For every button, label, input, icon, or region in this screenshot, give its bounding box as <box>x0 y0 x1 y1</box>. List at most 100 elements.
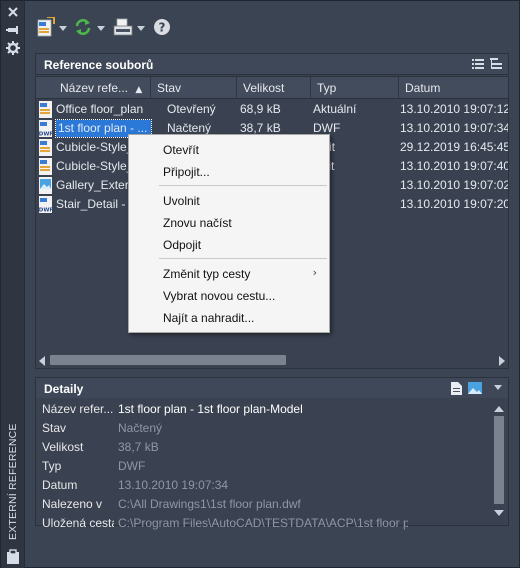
scroll-up-icon[interactable] <box>494 402 504 416</box>
horizontal-scroll-thumb[interactable] <box>50 355 286 365</box>
context-menu: Otevřít Připojit... Uvolnit Znovu načíst Odp… <box>128 134 330 333</box>
cell-status: Načtený <box>167 121 212 135</box>
list-view-icon[interactable] <box>472 58 484 73</box>
detail-value: 38,7 kB <box>118 440 159 454</box>
preview-icon[interactable] <box>468 382 482 397</box>
attach-dwg-button[interactable] <box>37 15 67 41</box>
detail-value: C:\All Drawings1\1st floor plan.dwf <box>118 497 301 511</box>
file-references-title: Reference souborů <box>44 58 154 72</box>
refresh-button[interactable] <box>73 15 105 41</box>
column-header-date[interactable]: Datum <box>399 77 508 99</box>
menu-separator <box>159 258 327 259</box>
refresh-icon <box>73 17 93 40</box>
column-header-size[interactable]: Velikost <box>237 77 311 99</box>
chevron-down-icon[interactable] <box>59 25 67 31</box>
reference-row[interactable]: Office floor_plan Otevřený 68,9 kB Aktuální… <box>36 100 508 119</box>
detail-label: Nalezeno v <box>42 497 103 511</box>
dwg-icon <box>38 158 54 175</box>
clipboard-icon <box>6 549 20 564</box>
details-header: Detaily <box>35 377 509 399</box>
change-path-icon <box>113 17 133 40</box>
cell-size: 38,7 kB <box>240 121 281 135</box>
cell-date: 13.10.2010 19:07:20 <box>400 197 508 211</box>
dwf-icon: DWF <box>38 120 54 138</box>
detail-row: Uložená cesta C:\Program Files\AutoCAD\TE… <box>42 516 492 534</box>
external-references-palette: EXTERNÍ REFERENCE ? Reference souborů Ná… <box>0 0 520 568</box>
menu-item-find-and-replace[interactable]: Najít a nahradit... <box>163 308 327 328</box>
submenu-arrow-icon: › <box>312 266 317 279</box>
scroll-left-icon[interactable] <box>38 355 46 369</box>
detail-row: Typ DWF <box>42 459 492 477</box>
detail-label: Datum <box>42 478 78 492</box>
detail-row: Velikost 38,7 kB <box>42 440 492 458</box>
menu-item-change-path-type[interactable]: Změnit typ cesty <box>163 264 327 284</box>
vertical-scroll-thumb[interactable] <box>494 416 504 504</box>
close-icon[interactable] <box>6 5 20 19</box>
panel-splitter[interactable] <box>261 371 281 381</box>
cell-date: 13.10.2010 19:07:12 <box>400 102 508 116</box>
detail-label: Velikost <box>42 440 84 454</box>
cell-size: 68,9 kB <box>240 102 281 116</box>
change-path-button[interactable] <box>113 15 145 41</box>
scroll-right-icon[interactable] <box>498 355 506 369</box>
svg-text:DWF: DWF <box>39 132 54 138</box>
horizontal-scrollbar[interactable] <box>36 352 508 368</box>
detail-label: Uložená cesta <box>42 516 114 530</box>
pin-icon[interactable] <box>6 23 20 37</box>
detail-value: 13.10.2010 19:07:34 <box>118 478 229 492</box>
tree-view-icon[interactable] <box>490 58 502 73</box>
detail-value: C:\Program Files\AutoCAD\TESTDATA\ACP\1s… <box>118 516 408 530</box>
detail-label: Stav <box>42 421 67 435</box>
column-header-status[interactable]: Stav <box>151 77 237 99</box>
menu-separator <box>159 185 327 186</box>
menu-item-reload[interactable]: Znovu načíst <box>163 213 327 233</box>
palette-vertical-title: EXTERNÍ REFERENCE <box>7 423 19 540</box>
dwg-icon <box>38 139 54 156</box>
column-header-name[interactable]: Název refe... ▲ <box>54 77 151 99</box>
cell-type: DWF <box>313 121 341 135</box>
menu-item-unload[interactable]: Uvolnit <box>163 191 327 211</box>
menu-item-open[interactable]: Otevřít <box>163 140 327 160</box>
settings-icon[interactable] <box>6 41 20 55</box>
detail-value: 1st floor plan - 1st floor plan-Model <box>118 402 303 416</box>
detail-label: Název refer... <box>42 402 114 416</box>
image-icon <box>38 177 54 194</box>
chevron-down-icon[interactable] <box>97 25 105 31</box>
cell-status: Otevřený <box>167 102 216 116</box>
detail-row: Stav Načtený <box>42 421 492 439</box>
sort-ascending-icon: ▲ <box>135 85 143 95</box>
detail-row: Název refer... 1st floor plan - 1st floor… <box>42 402 492 420</box>
file-references-header: Reference souborů <box>35 53 509 75</box>
menu-item-attach[interactable]: Připojit... <box>163 162 327 182</box>
cell-date: 13.10.2010 19:07:02 <box>400 178 508 192</box>
menu-item-select-new-path[interactable]: Vybrat novou cestu... <box>163 286 327 306</box>
detail-row: Datum 13.10.2010 19:07:34 <box>42 478 492 496</box>
attach-dwg-icon <box>37 15 55 40</box>
cell-type: Aktuální <box>313 102 357 116</box>
column-header-type[interactable]: Typ <box>311 77 399 99</box>
scroll-down-icon[interactable] <box>494 506 504 520</box>
svg-text:DWF: DWF <box>39 208 54 214</box>
svg-text:?: ? <box>159 20 166 34</box>
chevron-down-icon[interactable] <box>494 385 502 390</box>
detail-label: Typ <box>42 459 62 473</box>
detail-value: Načtený <box>118 421 163 435</box>
details-title: Detaily <box>44 382 84 396</box>
dwg-current-icon <box>38 101 54 118</box>
details-panel: Název refer... 1st floor plan - 1st floor… <box>35 398 509 530</box>
cell-date: 13.10.2010 19:07:40 <box>400 159 508 173</box>
help-button[interactable]: ? <box>153 15 171 41</box>
help-icon: ? <box>153 18 171 39</box>
details-vertical-scrollbar[interactable] <box>492 400 506 522</box>
cell-name: Office floor_plan <box>56 102 144 116</box>
detail-value: DWF <box>118 459 146 473</box>
detail-row: Nalezeno v C:\All Drawings1\1st floor pla… <box>42 497 492 515</box>
dwf-icon: DWF <box>38 196 54 214</box>
details-view-icon[interactable] <box>451 382 462 398</box>
cell-date: 13.10.2010 19:07:34 <box>400 121 508 135</box>
column-header-row: Název refe... ▲ Stav Velikost Typ Datum <box>36 77 508 99</box>
chevron-down-icon[interactable] <box>137 25 145 31</box>
cell-date: 29.12.2019 16:45:45 <box>400 140 508 154</box>
palette-title-bar[interactable]: EXTERNÍ REFERENCE <box>1 1 25 568</box>
menu-item-detach[interactable]: Odpojit <box>163 235 327 255</box>
